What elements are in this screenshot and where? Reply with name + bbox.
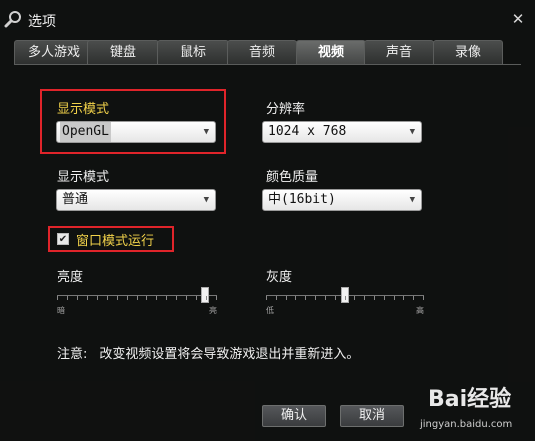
slider-tick: [354, 296, 355, 300]
slider-tick: [295, 296, 296, 300]
slider-tick: [186, 296, 187, 300]
resolution-label: 分辨率: [266, 102, 306, 117]
baidu-watermark: Bai经验 jingyan.baidu.com: [416, 381, 534, 439]
display-mode-select[interactable]: OpenGL ▼: [56, 121, 216, 143]
chevron-down-icon: ▼: [409, 127, 415, 137]
slider-tick: [57, 296, 58, 300]
brightness-max-label: 亮: [209, 306, 217, 315]
tab-replay[interactable]: 录像: [433, 40, 503, 64]
display-mode-label: 显示模式: [57, 102, 110, 117]
slider-tick: [196, 296, 197, 300]
check-icon: ✔: [58, 234, 68, 245]
tab-multiplayer[interactable]: 多人游戏: [14, 40, 94, 64]
wrench-icon: [4, 11, 21, 28]
tab-sound[interactable]: 声音: [364, 40, 434, 64]
slider-tick: [315, 296, 316, 300]
gamma-min-label: 低: [266, 306, 274, 315]
ok-button[interactable]: 确认: [262, 405, 326, 427]
chevron-down-icon: ▼: [409, 195, 415, 205]
slider-tick: [374, 296, 375, 300]
slider-tick: [216, 296, 217, 300]
slider-tick: [67, 296, 68, 300]
notice-prefix: 注意:: [57, 347, 88, 362]
slider-tick: [137, 296, 138, 300]
gamma-slider-thumb[interactable]: [341, 287, 349, 303]
slider-tick: [335, 296, 336, 300]
slider-tick: [305, 296, 306, 300]
slider-tick: [107, 296, 108, 300]
slider-tick: [266, 296, 267, 300]
slider-tick: [77, 296, 78, 300]
display-mode2-select[interactable]: 普通 ▼: [56, 189, 216, 211]
slider-tick: [276, 296, 277, 300]
tab-audio[interactable]: 音频: [227, 40, 297, 64]
brightness-slider-thumb[interactable]: [201, 287, 209, 303]
display-mode-value: OpenGL: [60, 122, 111, 142]
resolution-value: 1024 x 768: [268, 124, 347, 139]
options-dialog: 选项 ✕ 多人游戏 键盘 鼠标 音频 视频 声音 录像 显示模式 OpenGL …: [0, 0, 535, 441]
slider-tick: [364, 296, 365, 300]
brightness-label: 亮度: [57, 270, 84, 285]
slider-tick: [166, 296, 167, 300]
watermark-url: jingyan.baidu.com: [420, 419, 513, 430]
slider-tick: [403, 296, 404, 300]
color-quality-label: 颜色质量: [266, 170, 319, 185]
slider-tick: [325, 296, 326, 300]
brightness-min-label: 暗: [57, 306, 65, 315]
slider-tick: [345, 296, 346, 300]
resolution-select[interactable]: 1024 x 768 ▼: [262, 121, 422, 143]
tab-keyboard[interactable]: 键盘: [87, 40, 159, 64]
slider-tick: [87, 296, 88, 300]
windowed-checkbox[interactable]: ✔: [57, 233, 69, 245]
display-mode2-label: 显示模式: [57, 170, 110, 185]
chevron-down-icon: ▼: [203, 195, 209, 205]
brightness-slider[interactable]: 暗 亮: [57, 284, 217, 315]
slider-tick: [156, 296, 157, 300]
slider-tick: [127, 296, 128, 300]
window-title: 选项: [28, 14, 56, 30]
slider-tick: [176, 296, 177, 300]
cancel-button[interactable]: 取消: [340, 405, 404, 427]
slider-tick: [423, 296, 424, 300]
slider-tick: [117, 296, 118, 300]
tab-mouse[interactable]: 鼠标: [157, 40, 229, 64]
watermark-logo: Bai经验: [428, 387, 512, 412]
slider-tick: [384, 296, 385, 300]
gamma-slider[interactable]: 低 高: [266, 284, 424, 315]
notice-message: 改变视频设置将会导致游戏退出并重新进入。: [99, 347, 360, 362]
windowed-label: 窗口模式运行: [76, 234, 155, 249]
notice-text: 注意: 改变视频设置将会导致游戏退出并重新进入。: [57, 343, 359, 362]
gamma-max-label: 高: [416, 306, 424, 315]
slider-tick: [394, 296, 395, 300]
tab-video[interactable]: 视频: [296, 40, 366, 64]
color-quality-value: 中(16bit): [268, 192, 336, 207]
slider-tick: [206, 296, 207, 300]
slider-tick: [146, 296, 147, 300]
color-quality-select[interactable]: 中(16bit) ▼: [262, 189, 422, 211]
gamma-label: 灰度: [266, 270, 293, 285]
slider-tick: [413, 296, 414, 300]
slider-tick: [286, 296, 287, 300]
tab-divider: [14, 64, 521, 65]
slider-tick: [97, 296, 98, 300]
chevron-down-icon: ▼: [203, 127, 209, 137]
title-bar: 选项 ✕: [0, 0, 535, 36]
close-icon[interactable]: ✕: [511, 12, 525, 27]
display-mode2-value: 普通: [62, 192, 89, 207]
